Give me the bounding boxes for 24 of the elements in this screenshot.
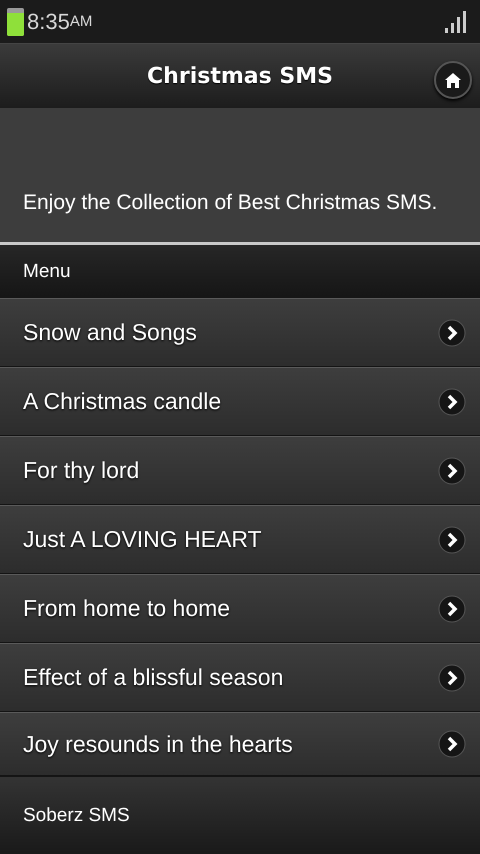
home-button[interactable] — [434, 61, 472, 99]
chevron-icon — [438, 456, 466, 484]
chevron-icon — [438, 526, 466, 554]
menu-item[interactable]: A Christmas candle — [0, 367, 480, 436]
chevron-icon — [438, 388, 466, 416]
menu-item[interactable]: For thy lord — [0, 436, 480, 505]
footer-text: Soberz SMS — [23, 804, 130, 826]
header-title: Christmas SMS — [147, 64, 333, 88]
chevron-icon — [438, 730, 466, 758]
menu-heading: Menu — [23, 260, 71, 282]
menu-item[interactable]: Joy resounds in the hearts — [0, 712, 480, 776]
menu-item[interactable]: From home to home — [0, 574, 480, 643]
menu-item[interactable]: Snow and Songs — [0, 298, 480, 367]
clock-meridiem: AM — [70, 13, 92, 30]
intro-text: Enjoy the Collection of Best Christmas SMS. — [23, 190, 438, 216]
home-icon — [445, 72, 461, 88]
chevron-icon — [438, 318, 466, 346]
menu-item[interactable]: Just A LOVING HEART — [0, 505, 480, 574]
signal-icon — [445, 10, 466, 32]
chevron-icon — [438, 664, 466, 692]
menu-item[interactable]: Effect of a blissful season — [0, 643, 480, 712]
clock-time: 8:35 — [27, 8, 70, 34]
chevron-icon — [438, 594, 466, 622]
battery-icon — [7, 8, 24, 36]
